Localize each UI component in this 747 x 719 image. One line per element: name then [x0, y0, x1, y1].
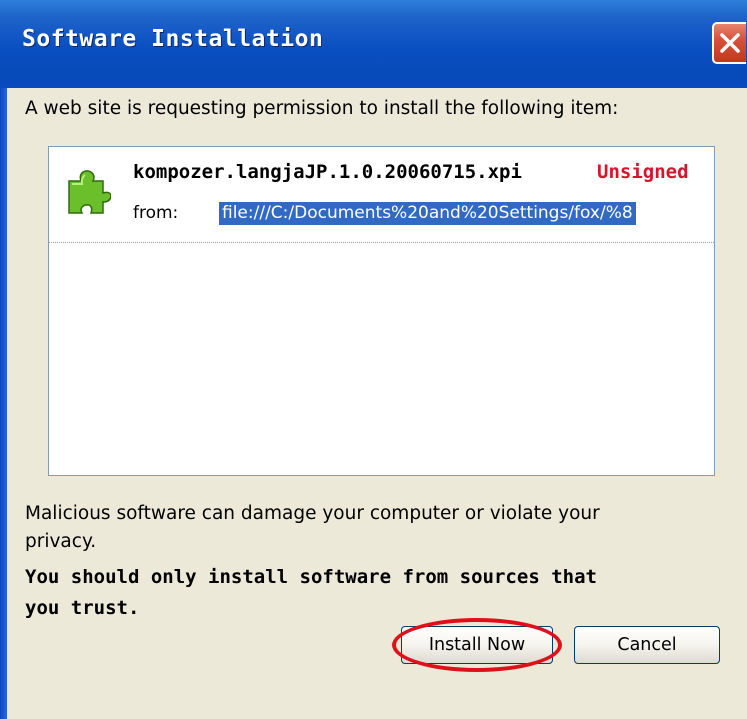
trust-warning-line2: you trust.	[25, 597, 140, 619]
trust-warning-line1: You should only install software from so…	[25, 566, 597, 588]
warning-text-line1: Malicious software can damage your compu…	[25, 503, 600, 524]
install-now-button[interactable]: Install Now	[401, 626, 553, 664]
list-item[interactable]: kompozer.langjaJP.1.0.20060715.xpi Unsig…	[49, 147, 714, 243]
window-border-left	[0, 88, 7, 719]
close-icon	[720, 33, 740, 53]
source-url-text: file:///C:/Documents%20and%20Settings/fo…	[219, 202, 636, 225]
source-url[interactable]: file:///C:/Documents%20and%20Settings/fo…	[219, 202, 709, 226]
puzzle-piece-icon	[68, 170, 111, 214]
unsigned-badge: Unsigned	[597, 161, 689, 183]
item-filename: kompozer.langjaJP.1.0.20060715.xpi	[133, 161, 522, 183]
install-item-list[interactable]: kompozer.langjaJP.1.0.20060715.xpi Unsig…	[48, 146, 715, 476]
permission-prompt: A web site is requesting permission to i…	[25, 98, 619, 119]
title-bar[interactable]: Software Installation	[0, 0, 747, 88]
warning-text-line2: privacy.	[25, 531, 97, 552]
close-button[interactable]	[712, 22, 746, 64]
cancel-button[interactable]: Cancel	[574, 626, 720, 664]
software-installation-dialog: Software Installation A web site is requ…	[0, 0, 747, 719]
from-label: from:	[133, 203, 179, 223]
window-title: Software Installation	[22, 26, 324, 52]
